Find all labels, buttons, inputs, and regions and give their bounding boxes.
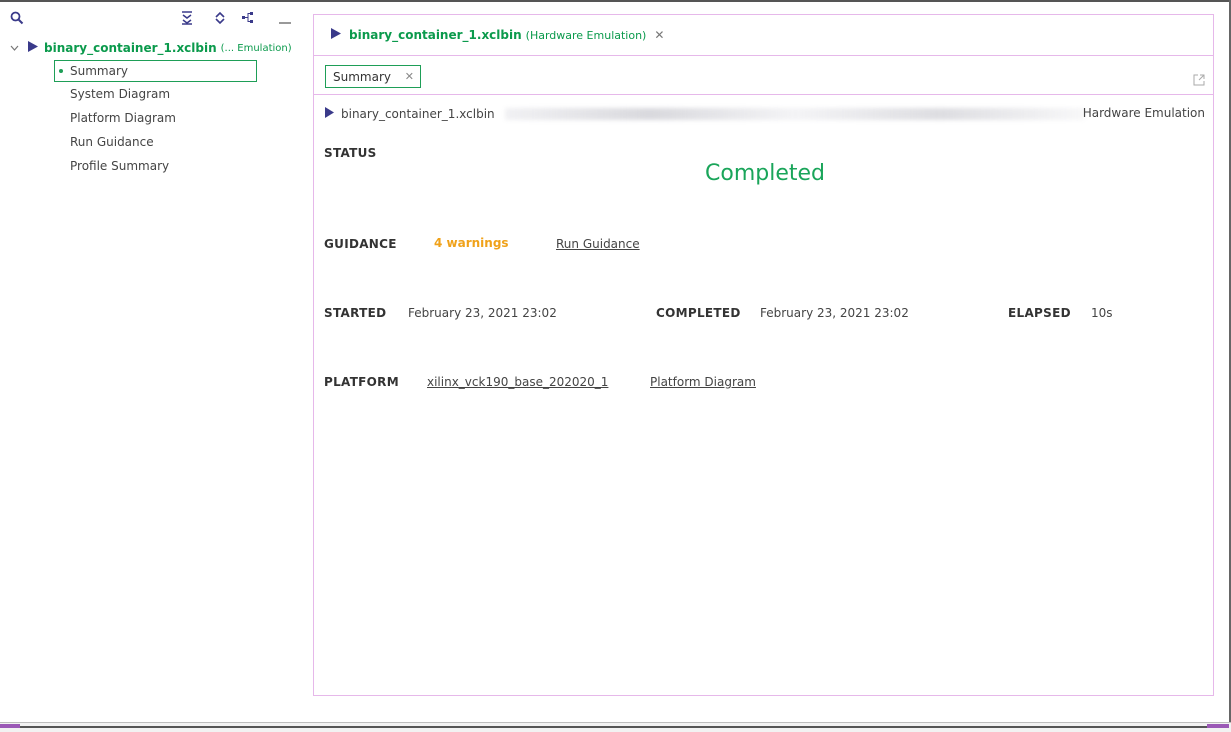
popout-icon[interactable] [1193, 74, 1205, 86]
run-path-name: binary_container_1.xclbin [341, 107, 495, 121]
chevron-down-icon[interactable] [10, 45, 22, 51]
elapsed-label: ELAPSED [1008, 306, 1071, 320]
started-value: February 23, 2021 23:02 [408, 306, 557, 320]
completed-value: February 23, 2021 23:02 [760, 306, 909, 320]
play-icon [28, 41, 38, 55]
panel-header: binary_container_1.xclbin (Hardware Emul… [314, 15, 1213, 56]
status-value: Completed [705, 161, 825, 186]
sidebar-item-label: System Diagram [70, 87, 171, 101]
sidebar-item-profile-summary[interactable]: Profile Summary [54, 155, 257, 177]
panel-title: binary_container_1.xclbin [349, 28, 522, 42]
search-icon[interactable] [8, 9, 26, 27]
summary-content: binary_container_1.xclbin Hardware Emula… [314, 96, 1213, 695]
sidebar-item-label: Summary [70, 64, 128, 78]
sidebar-item-label: Platform Diagram [70, 111, 176, 125]
guidance-label: GUIDANCE [324, 237, 397, 251]
tree-root-xclbin[interactable]: binary_container_1.xclbin (... Emulation… [10, 38, 298, 58]
warnings-count[interactable]: 4 warnings [434, 236, 509, 250]
collapse-all-icon[interactable] [178, 9, 196, 27]
play-icon[interactable] [325, 107, 334, 121]
sidebar-item-summary[interactable]: Summary [54, 60, 257, 82]
bottom-divider [0, 726, 1229, 728]
tab-bar: Summary ✕ [314, 56, 1213, 95]
bottom-right-marker [1207, 724, 1229, 728]
play-icon [331, 28, 341, 42]
tab-label: Summary [333, 69, 391, 84]
tree-root-label: binary_container_1.xclbin [44, 41, 217, 55]
run-guidance-link[interactable]: Run Guidance [556, 237, 640, 251]
tab-summary[interactable]: Summary ✕ [325, 65, 421, 88]
close-icon[interactable]: ✕ [654, 28, 664, 42]
bottom-status-bar [0, 722, 1231, 732]
panel-subtitle: (Hardware Emulation) [525, 28, 647, 42]
tree-root-subtitle: (... Emulation) [220, 42, 292, 54]
run-mode: Hardware Emulation [1082, 106, 1205, 120]
sidebar-item-label: Profile Summary [70, 159, 170, 173]
summary-panel: binary_container_1.xclbin (Hardware Emul… [313, 14, 1214, 696]
completed-label: COMPLETED [656, 306, 741, 320]
minimize-icon[interactable] [276, 9, 294, 27]
selected-dot-icon [59, 69, 63, 73]
expand-all-icon[interactable] [211, 9, 229, 27]
platform-diagram-link[interactable]: Platform Diagram [650, 375, 756, 389]
redacted-path [505, 108, 1085, 120]
elapsed-value: 10s [1091, 306, 1113, 320]
sidebar-item-platform-diagram[interactable]: Platform Diagram [54, 107, 257, 129]
sidebar: binary_container_1.xclbin (... Emulation… [0, 2, 300, 720]
run-path-row: binary_container_1.xclbin Hardware Emula… [325, 106, 1205, 122]
platform-label: PLATFORM [324, 375, 399, 389]
bottom-left-marker [0, 724, 20, 728]
platform-value-link[interactable]: xilinx_vck190_base_202020_1 [427, 375, 608, 389]
tab-close-icon[interactable]: ✕ [405, 70, 414, 83]
tree-layout-icon[interactable] [239, 9, 257, 27]
started-label: STARTED [324, 306, 387, 320]
sidebar-item-run-guidance[interactable]: Run Guidance [54, 131, 257, 153]
sidebar-item-system-diagram[interactable]: System Diagram [54, 83, 257, 105]
sidebar-item-label: Run Guidance [70, 135, 154, 149]
status-label: STATUS [324, 146, 377, 160]
sidebar-toolbar [0, 2, 300, 32]
